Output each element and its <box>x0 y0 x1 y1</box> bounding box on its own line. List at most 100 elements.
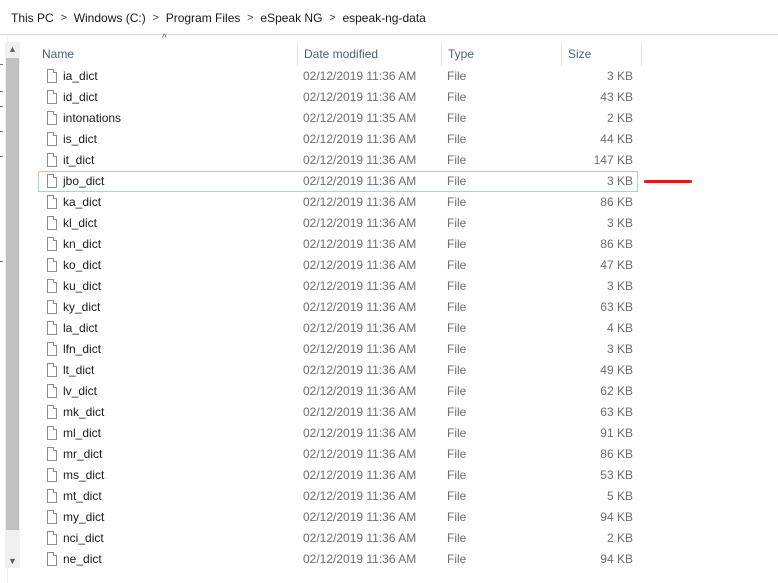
file-icon <box>47 468 57 482</box>
file-list: ia_dict 02/12/2019 11:36 AM File 3 KB id_dic… <box>38 66 638 570</box>
file-row[interactable]: lv_dict 02/12/2019 11:36 AM File 62 KB <box>38 381 638 402</box>
file-icon <box>47 552 57 566</box>
file-icon <box>47 237 57 251</box>
file-row[interactable]: intonations 02/12/2019 11:35 AM File 2 KB <box>38 108 638 129</box>
file-row[interactable]: ku_dict 02/12/2019 11:36 AM File 3 KB <box>38 276 638 297</box>
vertical-scrollbar[interactable]: ▲ ▼ <box>5 42 20 568</box>
file-row[interactable]: mt_dict 02/12/2019 11:36 AM File 5 KB <box>38 486 638 507</box>
file-size: 94 KB <box>600 510 633 524</box>
scroll-up-arrow-icon[interactable]: ▲ <box>5 42 20 56</box>
breadcrumb: This PC > Windows (C:) > Program Files >… <box>0 0 426 35</box>
file-size: 5 KB <box>606 489 633 503</box>
nav-tick <box>0 64 3 65</box>
breadcrumb-espeak-ng[interactable]: eSpeak NG <box>260 11 322 25</box>
scroll-down-arrow-icon[interactable]: ▼ <box>5 554 20 568</box>
file-row[interactable]: kl_dict 02/12/2019 11:36 AM File 3 KB <box>38 213 638 234</box>
file-icon <box>47 300 57 314</box>
file-size: 3 KB <box>606 69 633 83</box>
file-date-modified: 02/12/2019 11:36 AM <box>303 195 417 209</box>
file-row[interactable]: mr_dict 02/12/2019 11:36 AM File 86 KB <box>38 444 638 465</box>
breadcrumb-program-files[interactable]: Program Files <box>166 11 241 25</box>
file-name: intonations <box>63 111 122 125</box>
file-name: is_dict <box>63 132 98 146</box>
address-bar[interactable]: This PC > Windows (C:) > Program Files >… <box>0 0 778 35</box>
file-name: ky_dict <box>63 300 101 314</box>
file-size: 3 KB <box>606 279 633 293</box>
breadcrumb-windows-c[interactable]: Windows (C:) <box>74 11 146 25</box>
file-icon <box>47 342 57 356</box>
file-icon <box>47 153 57 167</box>
file-row[interactable]: kn_dict 02/12/2019 11:36 AM File 86 KB <box>38 234 638 255</box>
breadcrumb-this-pc[interactable]: This PC <box>11 11 54 25</box>
file-size: 91 KB <box>600 426 633 440</box>
file-row[interactable]: ml_dict 02/12/2019 11:36 AM File 91 KB <box>38 423 638 444</box>
file-icon <box>47 426 57 440</box>
nav-tick <box>0 106 3 107</box>
column-header-size[interactable]: Size <box>562 42 642 66</box>
file-name: mr_dict <box>63 447 103 461</box>
file-icon <box>47 174 57 188</box>
file-type: File <box>447 510 467 524</box>
file-type: File <box>447 405 467 419</box>
file-explorer-window: This PC > Windows (C:) > Program Files >… <box>0 0 778 583</box>
column-header-row: Name Date modified Type Size <box>36 42 642 66</box>
file-date-modified: 02/12/2019 11:36 AM <box>303 258 417 272</box>
column-header-date-modified[interactable]: Date modified <box>298 42 442 66</box>
file-type: File <box>447 69 467 83</box>
file-row[interactable]: ms_dict 02/12/2019 11:36 AM File 53 KB <box>38 465 638 486</box>
breadcrumb-chevron-icon[interactable]: > <box>54 12 74 24</box>
file-type: File <box>447 468 467 482</box>
file-row[interactable]: ne_dict 02/12/2019 11:36 AM File 94 KB <box>38 549 638 570</box>
file-name: ml_dict <box>63 426 102 440</box>
file-size: 3 KB <box>606 174 633 188</box>
file-row[interactable]: id_dict 02/12/2019 11:36 AM File 43 KB <box>38 87 638 108</box>
file-size: 53 KB <box>600 468 633 482</box>
file-type: File <box>447 90 467 104</box>
file-row[interactable]: ka_dict 02/12/2019 11:36 AM File 86 KB <box>38 192 638 213</box>
file-size: 44 KB <box>600 132 633 146</box>
file-size: 3 KB <box>606 342 633 356</box>
file-name: ne_dict <box>63 552 102 566</box>
file-type: File <box>447 321 467 335</box>
file-row[interactable]: ky_dict 02/12/2019 11:36 AM File 63 KB <box>38 297 638 318</box>
file-type: File <box>447 153 467 167</box>
file-size: 86 KB <box>600 237 633 251</box>
column-header-type[interactable]: Type <box>442 42 562 66</box>
nav-tick <box>0 91 3 92</box>
file-type: File <box>447 174 467 188</box>
file-type: File <box>447 447 467 461</box>
file-row[interactable]: jbo_dict 02/12/2019 11:36 AM File 3 KB <box>38 171 638 192</box>
file-row[interactable]: nci_dict 02/12/2019 11:36 AM File 2 KB <box>38 528 638 549</box>
file-name: lv_dict <box>63 384 98 398</box>
file-date-modified: 02/12/2019 11:36 AM <box>303 426 417 440</box>
scrollbar-thumb[interactable] <box>6 58 19 530</box>
file-type: File <box>447 111 467 125</box>
file-date-modified: 02/12/2019 11:36 AM <box>303 363 417 377</box>
file-row[interactable]: lfn_dict 02/12/2019 11:36 AM File 3 KB <box>38 339 638 360</box>
file-row[interactable]: ia_dict 02/12/2019 11:36 AM File 3 KB <box>38 66 638 87</box>
breadcrumb-chevron-icon[interactable]: > <box>240 12 260 24</box>
breadcrumb-chevron-icon[interactable]: > <box>146 12 166 24</box>
file-size: 4 KB <box>606 321 633 335</box>
file-type: File <box>447 363 467 377</box>
file-icon <box>47 258 57 272</box>
file-name: nci_dict <box>63 531 104 545</box>
file-row[interactable]: my_dict 02/12/2019 11:36 AM File 94 KB <box>38 507 638 528</box>
file-icon <box>47 111 57 125</box>
file-name: ka_dict <box>63 195 102 209</box>
file-row[interactable]: lt_dict 02/12/2019 11:36 AM File 49 KB <box>38 360 638 381</box>
file-date-modified: 02/12/2019 11:36 AM <box>303 300 417 314</box>
file-name: ms_dict <box>63 468 105 482</box>
file-date-modified: 02/12/2019 11:36 AM <box>303 384 417 398</box>
file-row[interactable]: is_dict 02/12/2019 11:36 AM File 44 KB <box>38 129 638 150</box>
column-header-name[interactable]: Name <box>36 42 298 66</box>
file-row[interactable]: la_dict 02/12/2019 11:36 AM File 4 KB <box>38 318 638 339</box>
file-size: 3 KB <box>606 216 633 230</box>
file-row[interactable]: it_dict 02/12/2019 11:36 AM File 147 KB <box>38 150 638 171</box>
file-date-modified: 02/12/2019 11:36 AM <box>303 405 417 419</box>
file-row[interactable]: ko_dict 02/12/2019 11:36 AM File 47 KB <box>38 255 638 276</box>
file-type: File <box>447 300 467 314</box>
breadcrumb-chevron-icon[interactable]: > <box>322 12 342 24</box>
breadcrumb-espeak-ng-data[interactable]: espeak-ng-data <box>342 11 425 25</box>
file-row[interactable]: mk_dict 02/12/2019 11:36 AM File 63 KB <box>38 402 638 423</box>
